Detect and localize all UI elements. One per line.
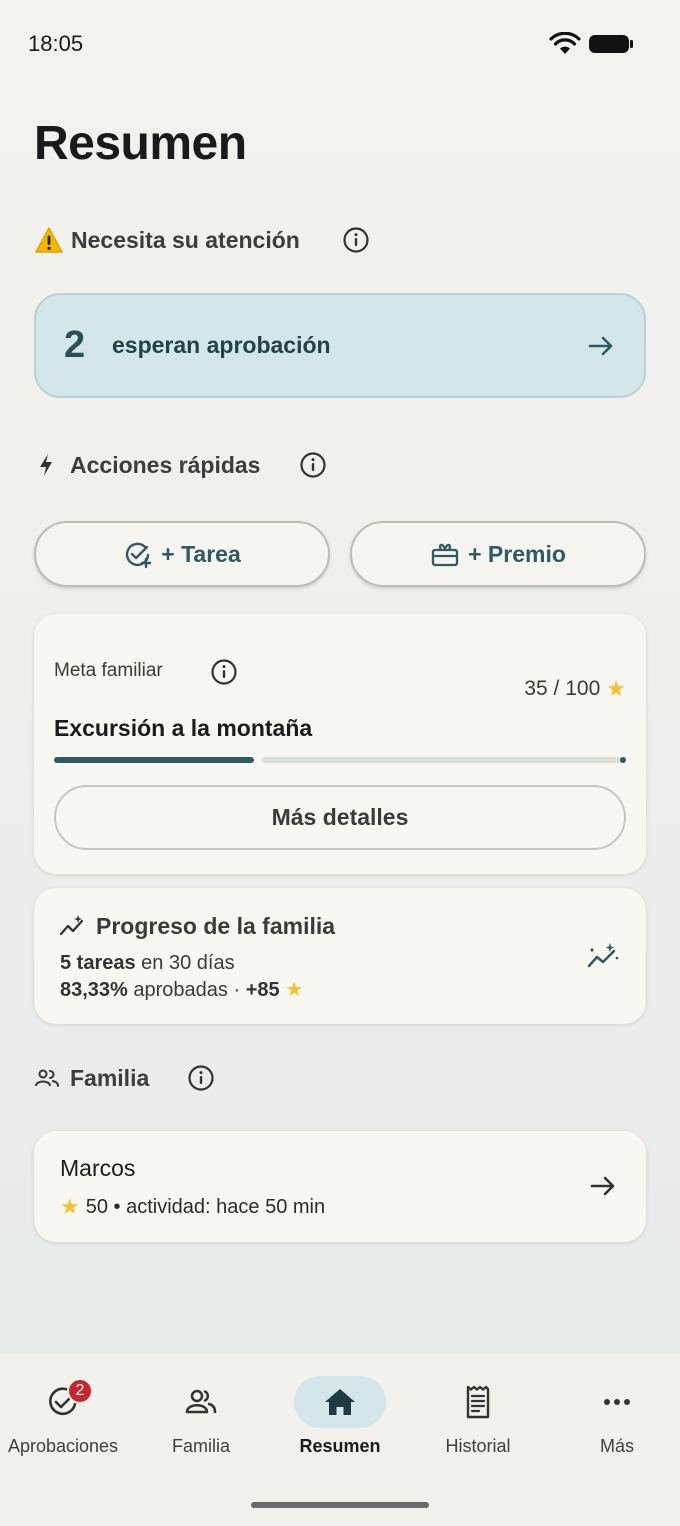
attention-info-icon[interactable] [342,226,370,254]
family-member-card[interactable]: Marcos ★ 50 • actividad: hace 50 min [34,1131,646,1242]
pending-approvals-card[interactable]: 2 esperan aprobación [34,293,646,398]
status-bar: 18:05 [0,0,680,90]
attention-header-label: Necesita su atención [71,226,300,253]
nav-label-approvals: Aprobaciones [7,1436,119,1456]
approvals-badge: 2 [67,1378,93,1404]
star-icon: ★ [285,979,304,1001]
add-reward-label: + Premio [468,540,566,567]
progress-chart-icon [587,943,619,968]
pending-approvals-text: esperan aprobación [112,332,331,358]
nav-item-summary[interactable]: Resumen [272,1376,408,1466]
member-name: Marcos [60,1155,136,1181]
family-progress-card[interactable]: Progreso de la familia 5 tareas en 30 dí… [34,888,646,1024]
receipt-icon [466,1385,490,1419]
add-task-label: + Tarea [161,540,241,567]
people-icon [185,1389,217,1414]
family-goal-info-icon[interactable] [210,658,238,686]
family-goal-progress-fill [54,757,254,763]
page-title: Resumen [34,117,247,170]
attention-section-header: Necesita su atención [34,220,300,260]
warning-icon [34,225,64,255]
family-goal-points-value: 35 / 100 [524,677,601,700]
bottom-navigation: 2 Aprobaciones Familia Resumen Historial… [0,1354,680,1526]
quick-actions-section-header: Acciones rápidas [34,445,260,485]
more-horizontal-icon [604,1399,630,1405]
battery-icon [589,35,633,53]
wifi-icon [549,32,581,54]
family-progress-stars-delta: +85 [245,979,280,1001]
star-icon: ★ [606,676,626,701]
home-indicator[interactable] [251,1502,429,1508]
family-info-icon[interactable] [187,1064,215,1092]
home-icon [325,1389,355,1415]
add-task-icon [126,542,152,569]
nav-family-icon-container [155,1376,247,1428]
pending-approvals-count: 2 [64,324,86,366]
family-goal-progress-end-dot [620,757,626,763]
family-progress-tasks-period: en 30 días [135,952,235,974]
family-progress-tasks-line: 5 tareas en 30 días [60,952,235,975]
family-goal-title: Excursión a la montaña [54,715,313,741]
family-progress-title: Progreso de la familia [96,912,336,939]
member-meta: ★ 50 • actividad: hace 50 min [60,1194,325,1220]
bolt-icon [34,450,58,480]
family-goal-label: Meta familiar [54,660,163,681]
nav-more-icon-container [571,1376,663,1428]
gift-icon [431,543,459,567]
nav-summary-icon-container [294,1376,386,1428]
family-progress-approval-line: 83,33% aprobadas · +85 ★ [60,977,303,1002]
family-goal-card: Meta familiar 35 / 100 ★ Excursión a la … [34,614,646,874]
add-task-button[interactable]: + Tarea [34,521,330,587]
nav-history-icon-container [432,1376,524,1428]
arrow-right-icon [590,1176,615,1196]
nav-label-family: Familia [171,1436,230,1456]
people-icon [34,1063,60,1093]
family-header-label: Familia [70,1064,150,1091]
nav-label-history: Historial [445,1436,511,1456]
nav-label-summary: Resumen [299,1436,381,1456]
nav-item-family[interactable]: Familia [133,1376,269,1466]
family-goal-progress-remaining [262,757,626,763]
trending-up-sparkle-icon [59,915,84,936]
family-progress-header: Progreso de la familia [58,912,335,940]
family-goal-points: 35 / 100 ★ [524,676,626,702]
quick-actions-info-icon[interactable] [299,451,327,479]
family-section-header: Familia [34,1058,149,1098]
nav-label-more: Más [599,1436,634,1456]
nav-approvals-icon-container: 2 [17,1376,109,1428]
family-progress-approved-pct: 83,33% [60,979,128,1001]
family-progress-tasks-count: 5 tareas [60,952,136,974]
star-icon: ★ [60,1194,80,1219]
arrow-right-icon [588,336,613,355]
more-details-button[interactable]: Más detalles [54,785,626,850]
member-activity: • actividad: hace 50 min [107,1195,326,1218]
quick-actions-header-label: Acciones rápidas [70,451,261,478]
nav-item-history[interactable]: Historial [410,1376,546,1466]
family-progress-approved-text: aprobadas · [127,979,246,1001]
family-goal-progress-bar [54,756,626,764]
status-time: 18:05 [28,31,84,56]
nav-item-approvals[interactable]: 2 Aprobaciones [0,1376,131,1466]
add-reward-button[interactable]: + Premio [350,521,646,587]
member-stars: 50 [85,1195,108,1218]
nav-item-more[interactable]: Más [549,1376,680,1466]
